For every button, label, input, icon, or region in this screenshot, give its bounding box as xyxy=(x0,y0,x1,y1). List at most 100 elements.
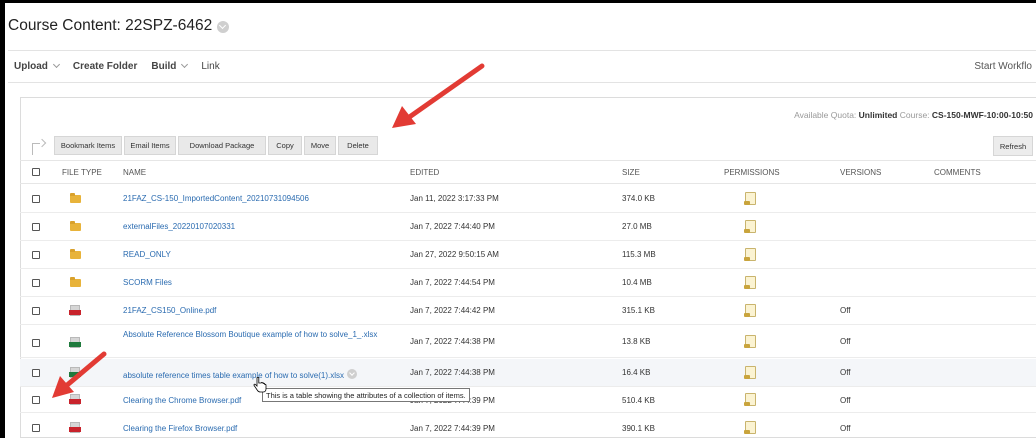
edited-date: Jan 7, 2022 7:44:40 PM xyxy=(410,222,495,231)
column-versions[interactable]: VERSIONS xyxy=(840,168,881,177)
column-file-type[interactable]: FILE TYPE xyxy=(62,168,102,177)
file-name-link[interactable]: externalFiles_20220107020331 xyxy=(123,222,235,231)
versions-value: Off xyxy=(840,396,851,405)
quota-info: Available Quota: Unlimited Course: CS-15… xyxy=(794,110,1033,120)
folder-icon xyxy=(70,277,81,287)
folder-icon xyxy=(70,249,81,259)
permissions-icon[interactable] xyxy=(744,421,756,434)
file-name-link[interactable]: Absolute Reference Blossom Boutique exam… xyxy=(123,330,377,339)
copy-button[interactable]: Copy xyxy=(268,136,302,155)
permissions-icon[interactable] xyxy=(744,335,756,348)
build-menu[interactable]: Build xyxy=(151,60,189,72)
refresh-button[interactable]: Refresh xyxy=(993,136,1033,156)
versions-value: Off xyxy=(840,424,851,433)
course-value: CS-150-MWF-10:00-10:50 xyxy=(931,110,1033,120)
row-checkbox[interactable] xyxy=(32,223,40,231)
versions-value: Off xyxy=(840,337,851,346)
select-all-checkbox[interactable] xyxy=(32,168,40,176)
file-size: 27.0 MB xyxy=(622,222,652,231)
permissions-icon[interactable] xyxy=(744,304,756,317)
permissions-icon[interactable] xyxy=(744,366,756,379)
create-folder-button[interactable]: Create Folder xyxy=(73,61,137,72)
permissions-icon[interactable] xyxy=(744,192,756,205)
permissions-icon[interactable] xyxy=(744,220,756,233)
title-options-chevron-icon[interactable] xyxy=(217,21,230,33)
divider xyxy=(8,82,1036,83)
item-options-chevron-icon[interactable] xyxy=(347,369,357,379)
pdf-icon xyxy=(69,394,81,405)
page-title-bar: Course Content: 22SPZ-6462 xyxy=(8,12,230,40)
link-button[interactable]: Link xyxy=(201,61,219,72)
row-checkbox[interactable] xyxy=(32,307,40,315)
quota-label: Available Quota: xyxy=(794,110,857,120)
column-permissions[interactable]: PERMISSIONS xyxy=(724,168,780,177)
table-row: externalFiles_20220107020331 Jan 7, 2022… xyxy=(20,213,1036,241)
quota-value: Unlimited xyxy=(858,110,898,120)
file-size: 374.0 KB xyxy=(622,194,655,203)
move-button[interactable]: Move xyxy=(304,136,336,155)
row-checkbox[interactable] xyxy=(32,339,40,347)
start-workflow-link[interactable]: Start Workflo xyxy=(974,61,1032,72)
hand-cursor-icon xyxy=(253,377,267,393)
file-name-link[interactable]: READ_ONLY xyxy=(123,250,171,259)
file-name-link[interactable]: Clearing the Firefox Browser.pdf xyxy=(123,424,237,433)
xlsx-icon xyxy=(69,367,81,378)
build-label: Build xyxy=(151,61,177,72)
table-row: 21FAZ_CS-150_ImportedContent_20210731094… xyxy=(20,185,1036,213)
row-checkbox[interactable] xyxy=(32,279,40,287)
table-header: FILE TYPE NAME EDITED SIZE PERMISSIONS V… xyxy=(20,160,1036,184)
row-checkbox[interactable] xyxy=(32,195,40,203)
email-items-button[interactable]: Email Items xyxy=(124,136,176,155)
file-size: 390.1 KB xyxy=(622,424,655,433)
edited-date: Jan 27, 2022 9:50:15 AM xyxy=(410,250,499,259)
delete-button[interactable]: Delete xyxy=(338,136,378,155)
file-size: 115.3 MB xyxy=(622,250,656,259)
file-name-link[interactable]: 21FAZ_CS150_Online.pdf xyxy=(123,306,216,315)
table-row: Clearing the Chrome Browser.pdf Jan 7, 2… xyxy=(20,387,1036,413)
file-name-link[interactable]: Clearing the Chrome Browser.pdf xyxy=(123,396,241,405)
file-name-text: absolute reference times table example o… xyxy=(123,371,344,380)
column-comments[interactable]: COMMENTS xyxy=(934,168,981,177)
row-checkbox[interactable] xyxy=(32,369,40,377)
pdf-icon xyxy=(69,422,81,433)
permissions-icon[interactable] xyxy=(744,248,756,261)
column-name[interactable]: NAME xyxy=(123,168,146,177)
create-folder-label: Create Folder xyxy=(72,61,138,72)
table-row: Absolute Reference Blossom Boutique exam… xyxy=(20,325,1036,358)
table-row: 21FAZ_CS150_Online.pdf Jan 7, 2022 7:44:… xyxy=(20,297,1036,325)
permissions-icon[interactable] xyxy=(744,393,756,406)
action-bar: Bookmark Items Email Items Download Pack… xyxy=(20,133,1036,159)
bookmark-items-button[interactable]: Bookmark Items xyxy=(54,136,122,155)
permissions-icon[interactable] xyxy=(744,276,756,289)
table-row: absolute reference times table example o… xyxy=(20,359,1036,387)
file-size: 315.1 KB xyxy=(622,306,655,315)
versions-value: Off xyxy=(840,306,851,315)
table-row: SCORM Files Jan 7, 2022 7:44:54 PM 10.4 … xyxy=(20,269,1036,297)
edited-date: Jan 11, 2022 3:17:33 PM xyxy=(410,194,499,203)
file-name-link[interactable]: 21FAZ_CS-150_ImportedContent_20210731094… xyxy=(123,194,309,203)
file-size: 510.4 KB xyxy=(622,396,655,405)
selection-branch-icon xyxy=(30,138,47,155)
download-package-button[interactable]: Download Package xyxy=(178,136,266,155)
upload-menu[interactable]: Upload xyxy=(14,60,60,72)
chevron-down-icon xyxy=(181,60,189,69)
folder-icon xyxy=(70,193,81,203)
table-row: READ_ONLY Jan 27, 2022 9:50:15 AM 115.3 … xyxy=(20,241,1036,269)
row-checkbox[interactable] xyxy=(32,424,40,432)
file-name-link[interactable]: absolute reference times table example o… xyxy=(123,368,357,380)
column-size[interactable]: SIZE xyxy=(622,168,640,177)
pdf-icon xyxy=(69,305,81,316)
column-edited[interactable]: EDITED xyxy=(410,168,439,177)
course-label: Course: xyxy=(899,110,930,120)
table-tooltip: This is a table showing the attributes o… xyxy=(262,388,470,402)
file-size: 13.8 KB xyxy=(622,337,651,346)
file-name-link[interactable]: SCORM Files xyxy=(123,278,172,287)
xlsx-icon xyxy=(69,337,81,348)
row-checkbox[interactable] xyxy=(32,396,40,404)
edited-date: Jan 7, 2022 7:44:54 PM xyxy=(410,278,495,287)
edited-date: Jan 7, 2022 7:44:38 PM xyxy=(410,368,495,377)
edited-date: Jan 7, 2022 7:44:42 PM xyxy=(410,306,495,315)
file-size: 10.4 MB xyxy=(622,278,652,287)
row-checkbox[interactable] xyxy=(32,251,40,259)
content-toolbar: Upload Create Folder Build Link Start Wo… xyxy=(8,51,1036,82)
